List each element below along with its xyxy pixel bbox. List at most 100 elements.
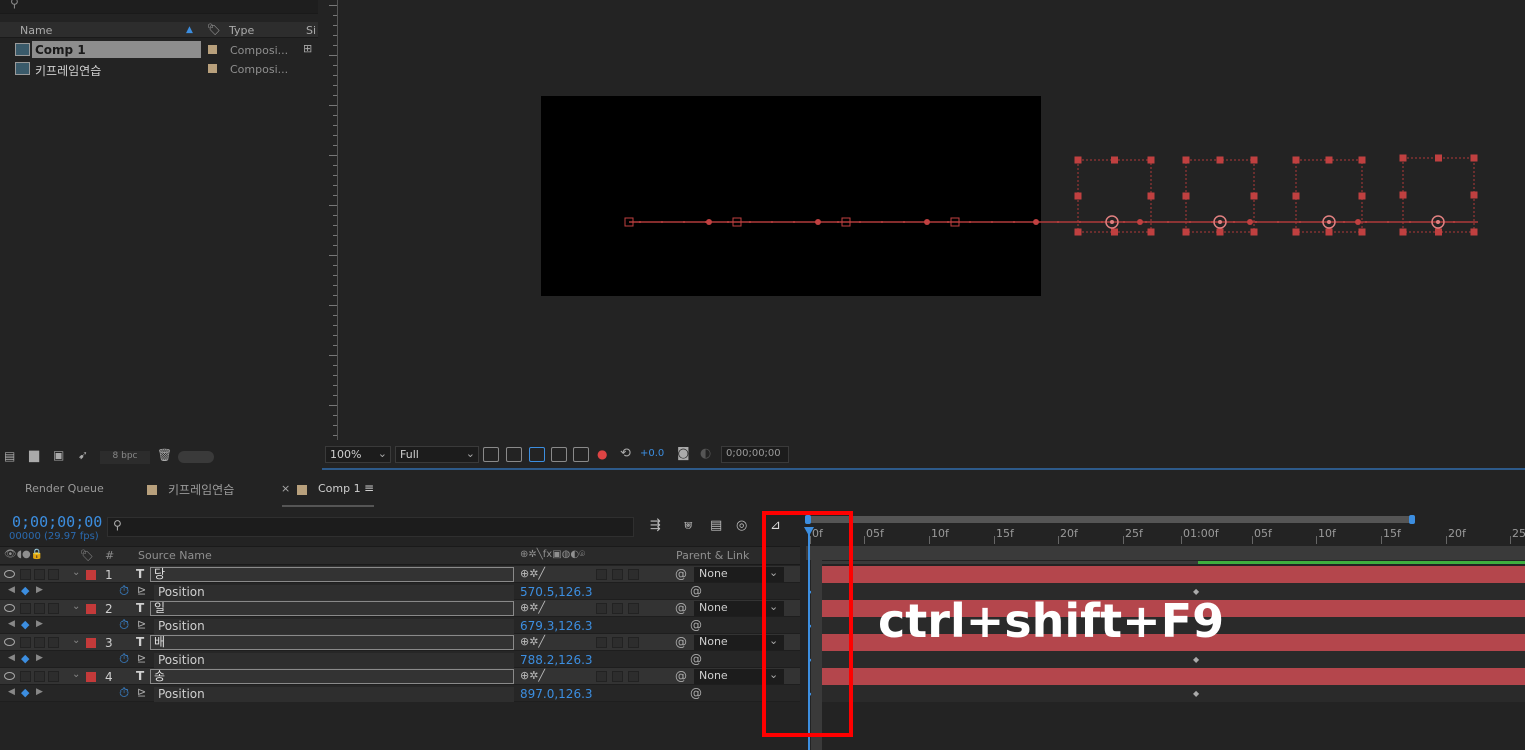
chevron-down-icon[interactable]: ⌄ (72, 567, 80, 578)
layer-name[interactable]: 송 (150, 669, 514, 684)
prev-keyframe-icon[interactable]: ◀ (8, 687, 15, 697)
fast-preview-icon[interactable] (483, 447, 499, 462)
expression-pickwhip-icon[interactable]: @ (690, 652, 702, 666)
audio-switch[interactable] (20, 671, 31, 682)
prev-keyframe-icon[interactable]: ◀ (8, 585, 15, 595)
fx-switch[interactable] (596, 569, 607, 580)
type-column-header[interactable]: Type (229, 24, 254, 37)
solo-switch[interactable] (34, 569, 45, 580)
expression-pickwhip-icon[interactable]: @ (690, 686, 702, 700)
layer-label-color[interactable] (86, 638, 96, 648)
label-tag-icon[interactable]: 🏷 (80, 549, 94, 562)
property-row[interactable]: ◀ ◆ ▶ ⏱ ⊵ Position 897.0,126.3 @ (0, 685, 800, 702)
guides-icon[interactable] (573, 447, 589, 462)
layer-name[interactable]: 당 (150, 567, 514, 582)
layer-label-color[interactable] (86, 570, 96, 580)
size-column-header[interactable]: Si (306, 24, 316, 37)
keyframe-toggle-icon[interactable]: ◆ (21, 618, 29, 631)
lock-switch[interactable] (48, 569, 59, 580)
tab-menu-icon[interactable]: ≡ (364, 481, 374, 495)
keyframe-end[interactable]: ◆ (1193, 689, 1199, 698)
keyframe-toggle-icon[interactable]: ◆ (21, 584, 29, 597)
3d-switch[interactable] (628, 603, 639, 614)
thumbnail-toggle[interactable] (178, 451, 214, 463)
project-item-keyframe-practice[interactable]: 키프레임연습 Composi... (0, 60, 318, 78)
eye-icon[interactable] (4, 672, 15, 680)
property-keyframe-track[interactable] (822, 685, 1525, 702)
work-area-end-handle[interactable] (1409, 515, 1415, 524)
property-row[interactable]: ◀ ◆ ▶ ⏱ ⊵ Position 570.5,126.3 @ (0, 583, 800, 600)
resolution-dropdown[interactable]: Full ⌄ (395, 446, 479, 463)
work-area-bar[interactable] (806, 516, 1413, 523)
viewer-timecode[interactable]: 0;00;00;00 (721, 446, 789, 463)
property-row[interactable]: ◀ ◆ ▶ ⏱ ⊵ Position 679.3,126.3 @ (0, 617, 800, 634)
adjust-switch[interactable] (612, 637, 623, 648)
layer-switches[interactable]: ⊕✲╱ (520, 635, 545, 648)
next-keyframe-icon[interactable]: ▶ (36, 619, 43, 629)
region-of-interest-icon[interactable] (551, 447, 567, 462)
layer-row[interactable]: ⌄ 1 T 당 ⊕✲╱ @ None ⌄ (0, 566, 800, 583)
layer-duration-bar[interactable] (822, 566, 1525, 583)
chevron-down-icon[interactable]: ⌄ (72, 635, 80, 646)
keyframe-toggle-icon[interactable]: ◆ (21, 652, 29, 665)
tab-keyframe-practice[interactable]: 키프레임연습 (168, 481, 234, 498)
channel-icon[interactable]: ● (597, 447, 607, 461)
graph-icon[interactable]: ⊵ (137, 652, 146, 665)
color-management-icon[interactable]: ⟲ (620, 446, 631, 461)
eye-icon[interactable] (4, 570, 15, 578)
solo-switch[interactable] (34, 637, 45, 648)
lock-switch[interactable] (48, 603, 59, 614)
layer-name[interactable]: 배 (150, 635, 514, 650)
graph-icon[interactable]: ⊵ (137, 618, 146, 631)
time-ruler[interactable] (806, 525, 1525, 545)
layer-switches[interactable]: ⊕✲╱ (520, 601, 545, 614)
layer-row[interactable]: ⌄ 2 T 일 ⊕✲╱ @ None ⌄ (0, 600, 800, 617)
position-value[interactable]: 897.0,126.3 (520, 687, 593, 701)
label-color-swatch[interactable] (208, 45, 217, 54)
pickwhip-icon[interactable]: @ (675, 601, 687, 615)
layer-duration-bar[interactable] (822, 668, 1525, 685)
timeline-search-input[interactable]: ⚲ (107, 517, 634, 537)
prev-keyframe-icon[interactable]: ◀ (8, 653, 15, 663)
prev-keyframe-icon[interactable]: ◀ (8, 619, 15, 629)
next-keyframe-icon[interactable]: ▶ (36, 687, 43, 697)
project-item-comp1[interactable]: Comp 1 Composi... ⊞ (0, 41, 318, 59)
expression-pickwhip-icon[interactable]: @ (690, 618, 702, 632)
position-value[interactable]: 570.5,126.3 (520, 585, 593, 599)
draft-3d-icon[interactable]: ⩐ (684, 518, 692, 533)
frame-blending-icon[interactable]: ▤ (710, 518, 722, 533)
composition-flowchart-icon[interactable]: ⇶ (650, 518, 661, 533)
layer-label-color[interactable] (86, 672, 96, 682)
label-tag-icon[interactable]: 🏷 (207, 23, 221, 36)
label-color-swatch[interactable] (208, 64, 217, 73)
eye-icon[interactable] (4, 604, 15, 612)
fx-switch[interactable] (596, 637, 607, 648)
adjust-switch[interactable] (612, 671, 623, 682)
render-icon[interactable]: ➹ (78, 448, 88, 462)
motion-blur-icon[interactable]: ◎ (736, 518, 747, 533)
tab-render-queue[interactable]: Render Queue (25, 482, 104, 495)
close-icon[interactable]: × (281, 482, 290, 495)
pickwhip-icon[interactable]: @ (675, 567, 687, 581)
3d-switch[interactable] (628, 637, 639, 648)
layer-switches[interactable]: ⊕✲╱ (520, 669, 545, 682)
3d-switch[interactable] (628, 569, 639, 580)
project-search-input[interactable]: ⚲ (0, 0, 318, 14)
mask-visibility-icon[interactable] (529, 447, 545, 462)
chevron-down-icon[interactable]: ⌄ (72, 601, 80, 612)
layer-label-color[interactable] (86, 604, 96, 614)
stopwatch-icon[interactable]: ⏱ (119, 652, 129, 667)
show-snapshot-icon[interactable]: ◐ (700, 446, 711, 461)
tab-comp1[interactable]: Comp 1 (318, 482, 361, 495)
fx-switch[interactable] (596, 603, 607, 614)
exposure-value[interactable]: +0.0 (640, 448, 664, 459)
property-keyframe-track[interactable] (822, 651, 1525, 668)
keyframe-toggle-icon[interactable]: ◆ (21, 686, 29, 699)
adjust-switch[interactable] (612, 603, 623, 614)
3d-switch[interactable] (628, 671, 639, 682)
next-keyframe-icon[interactable]: ▶ (36, 585, 43, 595)
property-row[interactable]: ◀ ◆ ▶ ⏱ ⊵ Position 788.2,126.3 @ (0, 651, 800, 668)
trash-icon[interactable]: 🗑 (157, 448, 172, 462)
zoom-dropdown[interactable]: 100% ⌄ (325, 446, 391, 463)
layer-row[interactable]: ⌄ 3 T 배 ⊕✲╱ @ None ⌄ (0, 634, 800, 651)
